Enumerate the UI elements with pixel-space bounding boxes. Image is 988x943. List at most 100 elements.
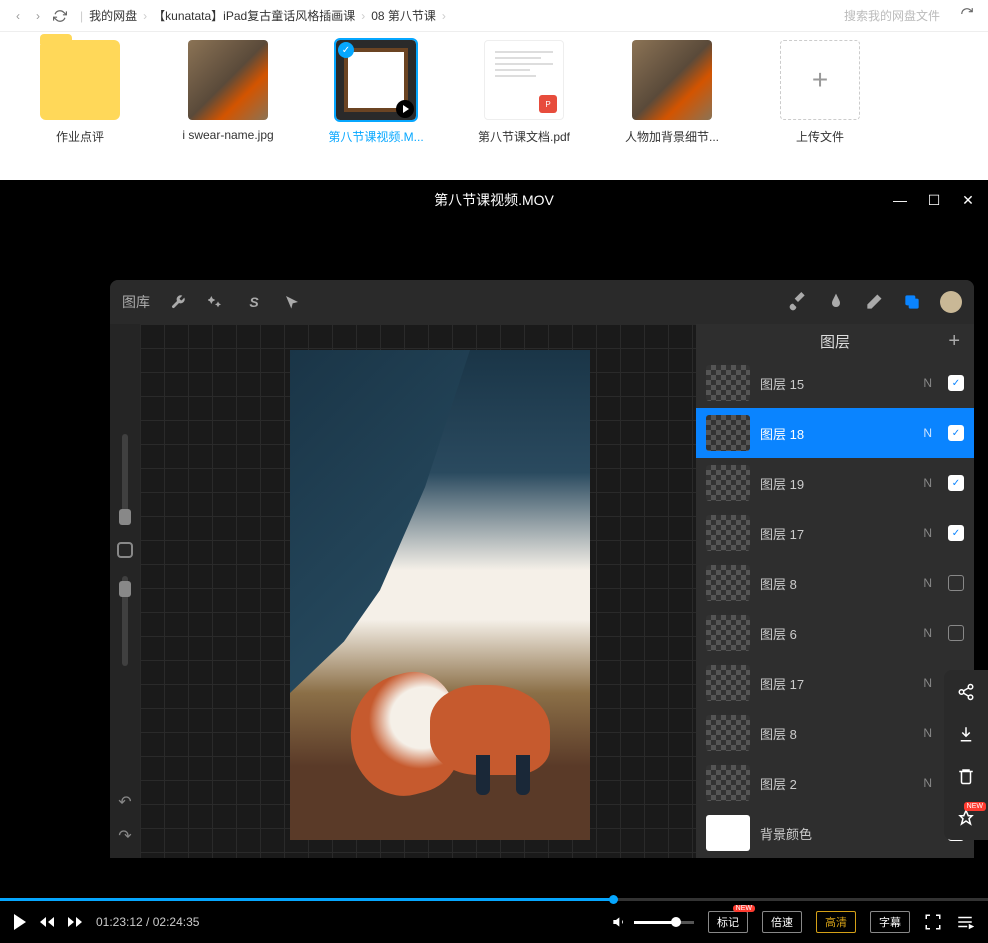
layer-blend[interactable]: N [923, 476, 932, 490]
close-icon[interactable]: ✕ [960, 192, 976, 208]
layer-thumb [706, 815, 750, 851]
layer-thumb [706, 515, 750, 551]
add-layer-icon[interactable]: + [948, 330, 960, 353]
download-icon[interactable] [956, 724, 976, 744]
file-name: 第八节课视频.M... [328, 128, 423, 145]
layer-blend[interactable]: N [923, 426, 932, 440]
share-icon[interactable] [956, 682, 976, 702]
layer-blend[interactable]: N [923, 726, 932, 740]
wand-icon[interactable] [206, 292, 226, 312]
color-picker[interactable] [940, 291, 962, 313]
layer-row[interactable]: 图层 17 N [696, 658, 974, 708]
layer-name: 图层 6 [760, 624, 913, 643]
file-name: 人物加背景细节... [625, 128, 719, 145]
layer-blend[interactable]: N [923, 776, 932, 790]
quality-button[interactable]: 高清 [816, 911, 856, 933]
layer-row[interactable]: 图层 6 N [696, 608, 974, 658]
file-item-image[interactable]: 人物加背景细节... [612, 40, 732, 172]
redo-icon[interactable]: ↷ [118, 826, 131, 846]
play-button[interactable] [14, 914, 26, 930]
layer-row[interactable]: 图层 17 N ✓ [696, 508, 974, 558]
layer-thumb [706, 665, 750, 701]
layer-blend[interactable]: N [923, 376, 932, 390]
layers-icon[interactable] [902, 292, 922, 312]
layer-row[interactable]: 图层 15 N ✓ [696, 358, 974, 408]
layer-row[interactable]: 图层 2 N [696, 758, 974, 808]
file-item-folder[interactable]: 作业点评 [20, 40, 140, 172]
modifier-button[interactable] [117, 542, 133, 558]
minimize-icon[interactable]: — [892, 192, 908, 208]
smudge-icon[interactable] [826, 292, 846, 312]
procreate-app: 图库 S ↶ ↷ [110, 280, 974, 858]
image-thumb [632, 40, 712, 120]
layer-visibility-checkbox[interactable]: ✓ [948, 525, 964, 541]
layer-visibility-checkbox[interactable] [948, 625, 964, 641]
opacity-slider[interactable] [122, 576, 128, 666]
refresh-icon[interactable] [48, 6, 72, 26]
back-arrow-icon[interactable]: ‹ [8, 6, 28, 26]
layer-blend[interactable]: N [923, 676, 932, 690]
selection-icon[interactable]: S [244, 292, 264, 312]
video-thumb: ✓ [336, 40, 416, 120]
layer-row[interactable]: 背景颜色 ✓ [696, 808, 974, 858]
volume-slider[interactable] [634, 921, 694, 924]
plus-icon: + [780, 40, 860, 120]
layer-row[interactable]: 图层 18 N ✓ [696, 408, 974, 458]
next-button[interactable] [68, 917, 82, 927]
layer-blend[interactable]: N [923, 576, 932, 590]
layer-row[interactable]: 图层 19 N ✓ [696, 458, 974, 508]
file-item-video[interactable]: ✓ 第八节课视频.M... [316, 40, 436, 172]
marker-button[interactable]: 标记NEW [708, 911, 748, 933]
layer-blend[interactable]: N [923, 626, 932, 640]
file-name: 作业点评 [56, 128, 104, 145]
layer-visibility-checkbox[interactable]: ✓ [948, 375, 964, 391]
file-name: 上传文件 [796, 128, 844, 145]
folder-icon [40, 40, 120, 120]
pdf-badge-icon: P [539, 95, 557, 113]
window-controls: — ☐ ✕ [892, 192, 976, 208]
file-item-image[interactable]: i swear-name.jpg [168, 40, 288, 172]
forward-arrow-icon[interactable]: › [28, 6, 48, 26]
file-item-upload[interactable]: + 上传文件 [760, 40, 880, 172]
file-name: 第八节课文档.pdf [478, 128, 570, 145]
pdf-thumb: P [484, 40, 564, 120]
file-item-pdf[interactable]: P 第八节课文档.pdf [464, 40, 584, 172]
volume-icon [612, 914, 628, 930]
fullscreen-icon[interactable] [924, 913, 942, 931]
search-input[interactable]: 搜索我的网盘文件 [844, 7, 960, 24]
subtitle-button[interactable]: 字幕 [870, 911, 910, 933]
playlist-icon[interactable] [956, 913, 974, 931]
maximize-icon[interactable]: ☐ [926, 192, 942, 208]
video-player: 第八节课视频.MOV — ☐ ✕ 图库 S [0, 180, 988, 943]
breadcrumb-item[interactable]: 08 第八节课 [371, 7, 436, 24]
speed-button[interactable]: 倍速 [762, 911, 802, 933]
arrow-icon[interactable] [282, 292, 302, 312]
layer-blend[interactable]: N [923, 526, 932, 540]
check-icon: ✓ [338, 42, 354, 58]
undo-icon[interactable]: ↶ [118, 792, 131, 812]
gallery-button[interactable]: 图库 [122, 292, 150, 312]
layer-visibility-checkbox[interactable]: ✓ [948, 425, 964, 441]
play-icon [396, 100, 414, 118]
layer-row[interactable]: 图层 8 N [696, 708, 974, 758]
brush-size-slider[interactable] [122, 434, 128, 524]
breadcrumb-item[interactable]: 【kunatata】iPad复古童话风格插画课 [153, 7, 355, 24]
volume-control[interactable] [612, 914, 694, 930]
layer-visibility-checkbox[interactable]: ✓ [948, 475, 964, 491]
search-refresh-icon[interactable] [960, 7, 980, 24]
wrench-icon[interactable] [168, 292, 188, 312]
layer-row[interactable]: 图层 8 N [696, 558, 974, 608]
pin-icon[interactable]: NEW [956, 808, 976, 828]
chevron-right-icon: › [143, 9, 147, 23]
layer-thumb [706, 365, 750, 401]
delete-icon[interactable] [956, 766, 976, 786]
layer-name: 图层 8 [760, 724, 913, 743]
eraser-icon[interactable] [864, 292, 884, 312]
prev-button[interactable] [40, 917, 54, 927]
brush-icon[interactable] [788, 292, 808, 312]
breadcrumb-item[interactable]: 我的网盘 [89, 7, 137, 24]
chevron-right-icon: › [361, 9, 365, 23]
canvas[interactable] [140, 324, 696, 858]
layer-visibility-checkbox[interactable] [948, 575, 964, 591]
layer-name: 图层 17 [760, 524, 913, 543]
